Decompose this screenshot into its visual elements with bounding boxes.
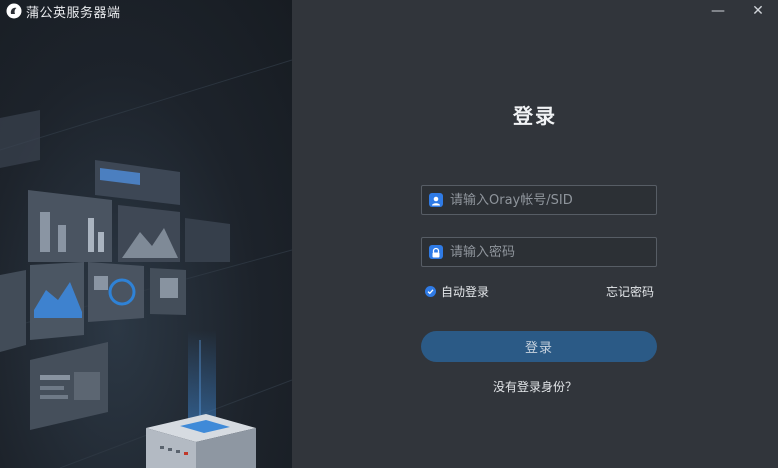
login-button[interactable]: 登录	[421, 331, 657, 362]
auto-login-checkbox[interactable]: 自动登录	[425, 283, 489, 300]
close-button[interactable]: ✕	[743, 0, 773, 22]
window-title: 蒲公英服务器端	[26, 6, 121, 21]
check-icon	[425, 286, 436, 297]
auto-login-label: 自动登录	[441, 285, 490, 299]
dashboard-illustration	[0, 59, 292, 468]
forgot-password-link[interactable]: 忘记密码	[606, 283, 654, 300]
no-identity-link[interactable]: 没有登录身份？	[292, 378, 778, 395]
dandelion-logo-icon	[6, 3, 22, 19]
account-input[interactable]	[450, 186, 650, 214]
password-field[interactable]	[421, 237, 657, 267]
user-icon	[429, 193, 443, 207]
lock-icon	[429, 245, 443, 259]
login-panel: 登录 自动登录 忘记密码 登录 没有登录身份？	[292, 0, 778, 468]
illustration-panel	[0, 0, 292, 468]
login-heading: 登录	[513, 104, 557, 128]
password-input[interactable]	[450, 238, 650, 266]
account-field[interactable]	[421, 185, 657, 215]
title-bar: 蒲公英服务器端 — ✕	[0, 0, 778, 22]
minimize-button[interactable]: —	[703, 0, 733, 22]
